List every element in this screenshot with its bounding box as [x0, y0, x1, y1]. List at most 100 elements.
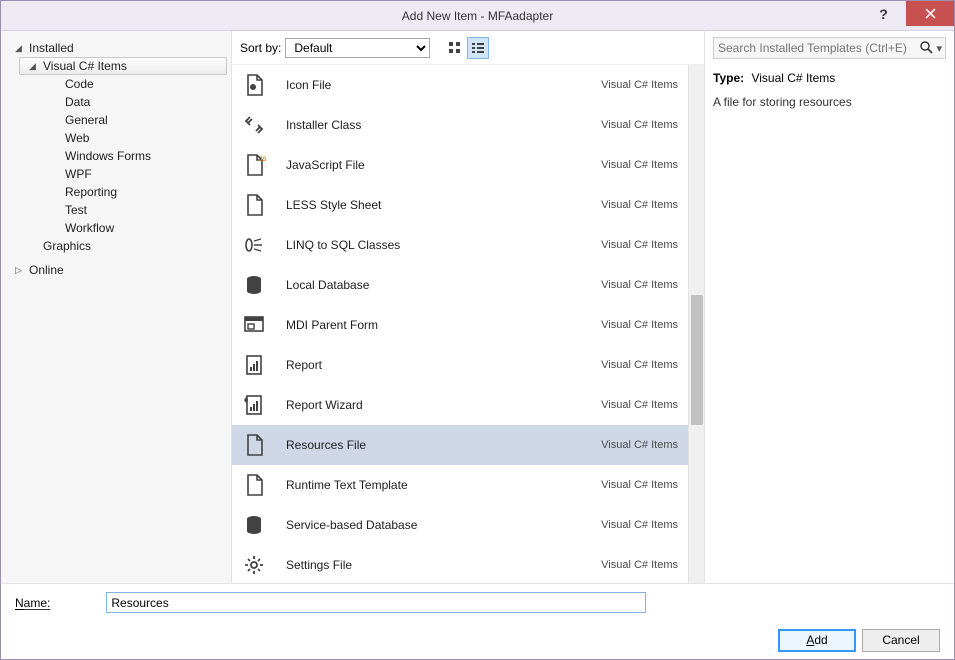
template-item-service-based-database[interactable]: Service-based DatabaseVisual C# Items — [232, 505, 688, 545]
resources-icon — [240, 431, 268, 459]
js-file-icon: JS — [240, 151, 268, 179]
tree-item-data[interactable]: Data — [19, 93, 227, 111]
template-list: Icon FileVisual C# ItemsInstaller ClassV… — [232, 65, 704, 583]
template-name: Runtime Text Template — [286, 478, 601, 492]
type-label: Type: — [713, 71, 744, 85]
tree-item-windows-forms[interactable]: Windows Forms — [19, 147, 227, 165]
installer-icon — [240, 111, 268, 139]
mdi-icon — [240, 311, 268, 339]
tree-item-general[interactable]: General — [19, 111, 227, 129]
name-bar: Name: — [1, 583, 954, 621]
close-button[interactable] — [906, 1, 954, 26]
window-title: Add New Item - MFAadapter — [1, 9, 954, 23]
linq-icon — [240, 231, 268, 259]
tree-item-code[interactable]: Code — [19, 75, 227, 93]
collapse-icon: ◢ — [15, 43, 27, 54]
report-wizard-icon — [240, 391, 268, 419]
template-category: Visual C# Items — [601, 559, 678, 571]
view-buttons — [444, 37, 489, 59]
search-container: ▾ — [713, 37, 946, 59]
template-name: JavaScript File — [286, 158, 601, 172]
template-category: Visual C# Items — [601, 519, 678, 531]
tree-item-web[interactable]: Web — [19, 129, 227, 147]
template-item-icon-file[interactable]: Icon FileVisual C# Items — [232, 65, 688, 105]
info-panel: ▾ Type: Visual C# Items A file for stori… — [705, 31, 954, 583]
template-name: Local Database — [286, 278, 601, 292]
info-type: Type: Visual C# Items — [713, 71, 946, 85]
tree-installed[interactable]: ◢ Installed — [5, 39, 227, 57]
titlebar: Add New Item - MFAadapter ? — [1, 1, 954, 31]
template-item-report[interactable]: ReportVisual C# Items — [232, 345, 688, 385]
template-item-report-wizard[interactable]: Report WizardVisual C# Items — [232, 385, 688, 425]
name-input[interactable] — [106, 592, 646, 613]
template-category: Visual C# Items — [601, 199, 678, 211]
template-category: Visual C# Items — [601, 399, 678, 411]
template-category: Visual C# Items — [601, 239, 678, 251]
template-name: Icon File — [286, 78, 601, 92]
dialog-content: ◢ Installed ◢ Visual C# Items CodeDataGe… — [1, 31, 954, 583]
cancel-button[interactable]: Cancel — [862, 629, 940, 652]
template-name: Report — [286, 358, 601, 372]
text-template-icon — [240, 471, 268, 499]
template-item-settings-file[interactable]: Settings FileVisual C# Items — [232, 545, 688, 583]
help-button[interactable]: ? — [861, 1, 906, 26]
sort-bar: Sort by: Default — [232, 31, 704, 65]
database-icon — [240, 271, 268, 299]
template-name: LESS Style Sheet — [286, 198, 601, 212]
template-item-runtime-text-template[interactable]: Runtime Text TemplateVisual C# Items — [232, 465, 688, 505]
sort-dropdown[interactable]: Default — [285, 38, 430, 58]
template-category: Visual C# Items — [601, 439, 678, 451]
template-scroll-area[interactable]: Icon FileVisual C# ItemsInstaller ClassV… — [232, 65, 688, 583]
template-name: Settings File — [286, 558, 601, 572]
scrollbar-thumb[interactable] — [691, 295, 703, 425]
info-description: A file for storing resources — [713, 95, 946, 109]
window-controls: ? — [861, 1, 954, 26]
view-grid-button[interactable] — [444, 37, 466, 59]
template-name: Report Wizard — [286, 398, 601, 412]
template-name: MDI Parent Form — [286, 318, 601, 332]
sort-label: Sort by: — [240, 41, 281, 55]
collapse-icon: ◢ — [29, 61, 41, 72]
search-input[interactable] — [713, 37, 946, 59]
template-item-linq-to-sql-classes[interactable]: LINQ to SQL ClassesVisual C# Items — [232, 225, 688, 265]
template-item-javascript-file[interactable]: JSJavaScript FileVisual C# Items — [232, 145, 688, 185]
name-label: Name: — [15, 596, 50, 610]
template-name: Installer Class — [286, 118, 601, 132]
tree-online[interactable]: ▷ Online — [5, 261, 227, 279]
tree-item-workflow[interactable]: Workflow — [19, 219, 227, 237]
expand-icon: ▷ — [15, 265, 27, 276]
add-button[interactable]: Add — [778, 629, 856, 652]
tree-label: Visual C# Items — [43, 59, 127, 73]
template-category: Visual C# Items — [601, 79, 678, 91]
view-list-button[interactable] — [467, 37, 489, 59]
tree-item-wpf[interactable]: WPF — [19, 165, 227, 183]
category-tree[interactable]: ◢ Installed ◢ Visual C# Items CodeDataGe… — [1, 31, 231, 583]
template-category: Visual C# Items — [601, 479, 678, 491]
tree-label: Installed — [29, 41, 74, 55]
template-category: Visual C# Items — [601, 119, 678, 131]
tree-graphics[interactable]: Graphics — [19, 237, 227, 255]
template-panel: Sort by: Default Icon FileVisual C# Item… — [231, 31, 705, 583]
template-name: LINQ to SQL Classes — [286, 238, 601, 252]
template-category: Visual C# Items — [601, 359, 678, 371]
tree-item-reporting[interactable]: Reporting — [19, 183, 227, 201]
button-bar: Add Cancel — [1, 621, 954, 659]
database-icon — [240, 511, 268, 539]
template-name: Resources File — [286, 438, 601, 452]
tree-item-test[interactable]: Test — [19, 201, 227, 219]
template-name: Service-based Database — [286, 518, 601, 532]
template-item-resources-file[interactable]: Resources FileVisual C# Items — [232, 425, 688, 465]
type-value: Visual C# Items — [751, 71, 835, 85]
template-item-local-database[interactable]: Local DatabaseVisual C# Items — [232, 265, 688, 305]
report-icon — [240, 351, 268, 379]
template-category: Visual C# Items — [601, 279, 678, 291]
search-icon[interactable]: ▾ — [919, 40, 942, 57]
template-item-less-style-sheet[interactable]: LESS Style SheetVisual C# Items — [232, 185, 688, 225]
tree-csharp-items[interactable]: ◢ Visual C# Items — [19, 57, 227, 75]
template-item-installer-class[interactable]: Installer ClassVisual C# Items — [232, 105, 688, 145]
icon-file-icon — [240, 71, 268, 99]
tree-label: Graphics — [43, 239, 91, 253]
template-item-mdi-parent-form[interactable]: MDI Parent FormVisual C# Items — [232, 305, 688, 345]
scrollbar[interactable] — [688, 65, 704, 583]
tree-label: Online — [29, 263, 64, 277]
